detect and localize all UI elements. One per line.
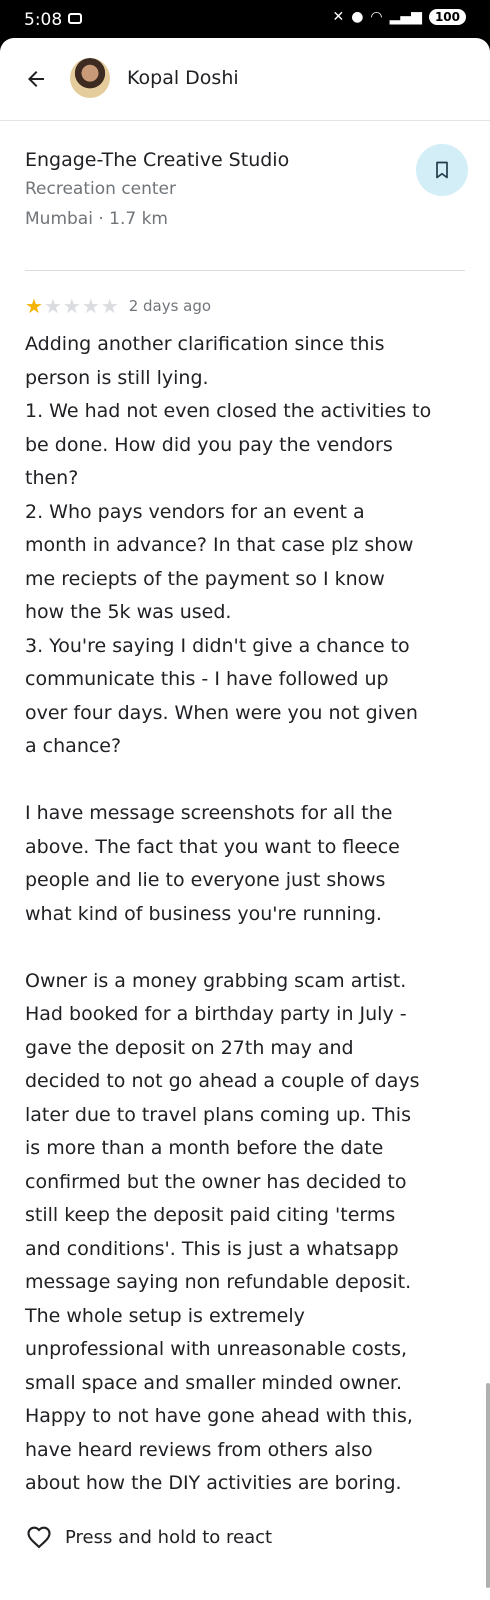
- save-button[interactable]: [416, 144, 468, 196]
- avatar[interactable]: [70, 58, 110, 98]
- back-arrow-icon[interactable]: [24, 67, 48, 91]
- signal-icon: ▂▄▆: [389, 9, 422, 25]
- bookmark-icon: [436, 161, 448, 179]
- star-empty-icon: ★: [43, 294, 62, 318]
- divider: [0, 120, 490, 121]
- place-name[interactable]: Engage-The Creative Studio: [25, 146, 289, 174]
- status-bar: 5:08 ✕ ● ◠ ▂▄▆ 100: [0, 0, 490, 38]
- review-text: Adding another clarification since this …: [25, 333, 432, 1494]
- star-empty-icon: ★: [81, 294, 100, 318]
- heart-icon: [27, 1526, 51, 1549]
- battery-icon: 100: [428, 9, 466, 25]
- star-rating: ★★★★★: [25, 295, 120, 317]
- star-empty-icon: ★: [62, 294, 81, 318]
- review-date: 2 days ago: [128, 297, 212, 315]
- location-icon: ●: [351, 9, 364, 25]
- react-label: Press and hold to react: [65, 1526, 273, 1548]
- wifi-icon: ◠: [370, 9, 383, 25]
- scrollbar[interactable]: [486, 1383, 490, 1588]
- top-app-bar: Kopal Doshi: [0, 38, 490, 120]
- rating-row: ★★★★★ 2 days ago: [25, 294, 211, 318]
- place-info[interactable]: Engage-The Creative Studio Recreation ce…: [25, 146, 289, 234]
- place-category: Recreation center: [25, 179, 177, 199]
- mute-icon: ✕: [332, 9, 345, 25]
- place-location: Mumbai · 1.7 km: [25, 209, 168, 229]
- review-sheet: Kopal Doshi Engage-The Creative Studio R…: [0, 38, 490, 1600]
- status-time: 5:08: [24, 10, 63, 30]
- star-empty-icon: ★: [100, 294, 119, 318]
- author-name[interactable]: Kopal Doshi: [127, 67, 239, 89]
- status-icons: ✕ ● ◠ ▂▄▆ 100: [332, 9, 466, 25]
- divider: [25, 270, 465, 271]
- react-button[interactable]: Press and hold to react: [25, 1522, 272, 1552]
- star-filled-icon: ★: [25, 294, 43, 318]
- notification-icon: [68, 13, 82, 24]
